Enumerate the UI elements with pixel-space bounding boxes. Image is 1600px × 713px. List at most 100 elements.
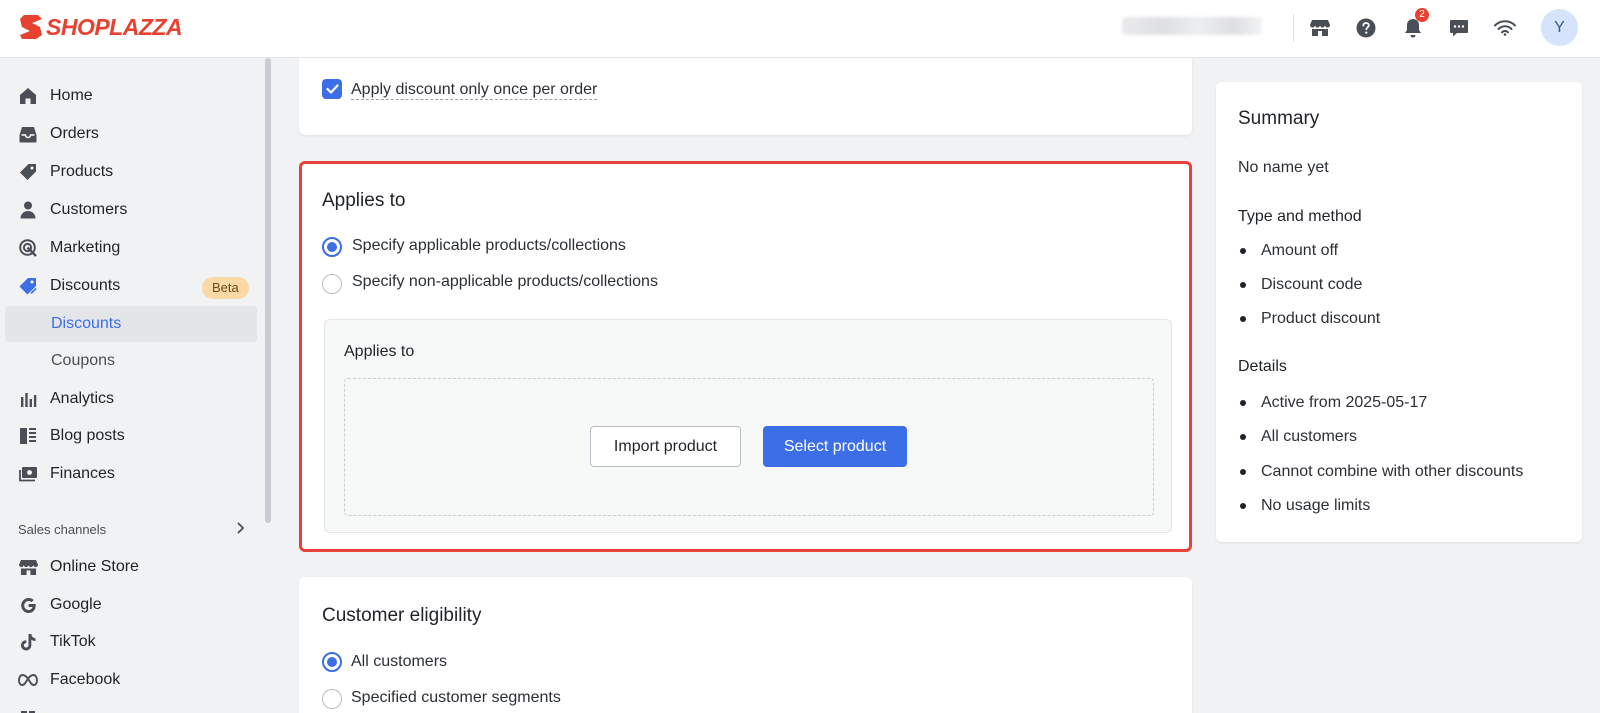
sidebar-item-home[interactable]: Home bbox=[5, 78, 257, 114]
home-icon bbox=[17, 87, 39, 105]
sidebar-item-marketing[interactable]: Marketing bbox=[5, 230, 257, 266]
inbox-icon bbox=[17, 126, 39, 143]
notification-badge: 2 bbox=[1415, 8, 1429, 22]
bullet bbox=[1240, 316, 1246, 322]
check-icon bbox=[325, 84, 339, 94]
apply-once-label[interactable]: Apply discount only once per order bbox=[351, 80, 598, 100]
summary-type-text: Amount off bbox=[1261, 242, 1339, 259]
summary-name: No name yet bbox=[1238, 159, 1329, 176]
summary-type-text: Discount code bbox=[1261, 276, 1363, 293]
summary-type-text: Product discount bbox=[1261, 310, 1381, 327]
sidebar-channel-online-store[interactable]: Online Store bbox=[5, 549, 257, 585]
applies-to-selector-box: Applies to Import product Select product bbox=[324, 319, 1172, 533]
blog-icon bbox=[17, 427, 39, 445]
discount-tag-icon bbox=[17, 277, 39, 296]
bullet bbox=[1240, 400, 1246, 406]
sidebar-item-label: Home bbox=[50, 87, 93, 104]
sidebar-item-label: Finances bbox=[50, 465, 115, 482]
radio-customer-segments-label[interactable]: Specified customer segments bbox=[351, 689, 561, 707]
bullet bbox=[1240, 434, 1246, 440]
summary-type-heading: Type and method bbox=[1238, 208, 1362, 225]
bullet bbox=[1240, 503, 1246, 509]
beta-badge: Beta bbox=[202, 277, 249, 299]
shoplazza-logo-icon bbox=[20, 15, 42, 39]
sidebar-channel-google[interactable]: Google bbox=[5, 587, 257, 623]
top-bar: SHOPLAZZA 2 Y bbox=[0, 0, 1600, 58]
radio-non-applicable-label[interactable]: Specify non-applicable products/collecti… bbox=[352, 273, 658, 291]
sidebar-item-label: Online Store bbox=[50, 558, 139, 575]
summary-detail-text: Active from 2025-05-17 bbox=[1261, 394, 1428, 411]
summary-detail-text: No usage limits bbox=[1261, 497, 1371, 514]
sidebar-item-orders[interactable]: Orders bbox=[5, 116, 257, 152]
target-icon bbox=[17, 238, 39, 258]
chat-icon[interactable] bbox=[1445, 14, 1473, 42]
bar-chart-icon bbox=[17, 391, 39, 408]
bell-icon[interactable]: 2 bbox=[1399, 8, 1429, 42]
summary-title: Summary bbox=[1238, 108, 1320, 129]
apply-once-checkbox[interactable] bbox=[322, 79, 342, 99]
sidebar-item-label: Discounts bbox=[51, 315, 122, 332]
sidebar-item-label: Customers bbox=[50, 201, 128, 218]
summary-type-item: Amount off bbox=[1240, 242, 1338, 260]
sidebar-channel-next[interactable] bbox=[5, 700, 257, 713]
avatar[interactable]: Y bbox=[1541, 9, 1578, 46]
topbar-divider bbox=[1293, 14, 1294, 42]
chevron-right-icon[interactable] bbox=[235, 521, 245, 540]
radio-customer-segments[interactable] bbox=[322, 689, 342, 709]
customer-eligibility-card: Customer eligibility All customers Speci… bbox=[299, 577, 1192, 713]
summary-type-item: Discount code bbox=[1240, 276, 1362, 294]
sidebar-item-discounts[interactable]: Discounts Beta bbox=[5, 268, 257, 304]
finance-icon bbox=[17, 466, 39, 482]
radio-applicable-label[interactable]: Specify applicable products/collections bbox=[352, 237, 626, 255]
summary-detail-text: Cannot combine with other discounts bbox=[1261, 463, 1524, 480]
sidebar-item-label: Products bbox=[50, 163, 114, 180]
sidebar-item-analytics[interactable]: Analytics bbox=[5, 381, 257, 417]
sidebar-scrollbar[interactable] bbox=[265, 58, 271, 523]
summary-detail-item: No usage limits bbox=[1240, 497, 1370, 515]
import-product-button[interactable]: Import product bbox=[590, 426, 741, 467]
select-product-button[interactable]: Select product bbox=[763, 426, 907, 467]
summary-detail-item: Cannot combine with other discounts bbox=[1240, 463, 1523, 481]
sidebar-item-label: Google bbox=[50, 596, 102, 613]
sidebar-item-label: Marketing bbox=[50, 239, 121, 256]
sidebar-item-label: Blog posts bbox=[50, 427, 125, 444]
radio-applicable-products[interactable] bbox=[322, 237, 342, 257]
google-icon bbox=[17, 597, 39, 614]
radio-all-customers-label[interactable]: All customers bbox=[351, 653, 447, 671]
sidebar-item-blog-posts[interactable]: Blog posts bbox=[5, 418, 257, 454]
store-selector[interactable] bbox=[1122, 17, 1262, 35]
store-icon[interactable] bbox=[1306, 14, 1334, 42]
sidebar-item-label: Coupons bbox=[51, 352, 116, 369]
help-icon[interactable] bbox=[1352, 14, 1380, 42]
sidebar-item-finances[interactable]: Finances bbox=[5, 456, 257, 492]
sidebar-item-label: Orders bbox=[50, 125, 99, 142]
radio-non-applicable-products[interactable] bbox=[322, 274, 342, 294]
customer-eligibility-title: Customer eligibility bbox=[322, 605, 482, 626]
shoplazza-logo[interactable]: SHOPLAZZA bbox=[18, 12, 183, 42]
sidebar-channel-facebook[interactable]: Facebook bbox=[5, 662, 257, 698]
sidebar-item-customers[interactable]: Customers bbox=[5, 192, 257, 228]
applies-to-title: Applies to bbox=[322, 190, 406, 211]
sidebar-subitem-discounts[interactable]: Discounts bbox=[5, 306, 257, 342]
sidebar-channel-tiktok[interactable]: TikTok bbox=[5, 624, 257, 660]
applies-to-card: Applies to Specify applicable products/c… bbox=[299, 161, 1192, 552]
bullet bbox=[1240, 282, 1246, 288]
store-icon bbox=[17, 559, 39, 576]
brand-name: SHOPLAZZA bbox=[46, 13, 183, 40]
sidebar-item-label: Analytics bbox=[50, 390, 115, 407]
tag-icon bbox=[17, 163, 39, 181]
person-icon bbox=[17, 201, 39, 219]
sidebar-subitem-coupons[interactable]: Coupons bbox=[5, 343, 257, 379]
order-limit-card: Apply discount only once per order bbox=[299, 58, 1192, 135]
summary-detail-item: Active from 2025-05-17 bbox=[1240, 394, 1427, 412]
sidebar-item-label: TikTok bbox=[50, 633, 96, 650]
radio-all-customers[interactable] bbox=[322, 652, 342, 672]
tiktok-icon bbox=[17, 633, 39, 651]
wifi-icon[interactable] bbox=[1491, 14, 1519, 42]
product-drop-zone: Import product Select product bbox=[344, 378, 1154, 516]
sales-channels-label: Sales channels bbox=[18, 522, 107, 537]
summary-detail-text: All customers bbox=[1261, 428, 1358, 445]
sidebar-item-products[interactable]: Products bbox=[5, 154, 257, 190]
bullet bbox=[1240, 248, 1246, 254]
summary-detail-item: All customers bbox=[1240, 428, 1357, 446]
